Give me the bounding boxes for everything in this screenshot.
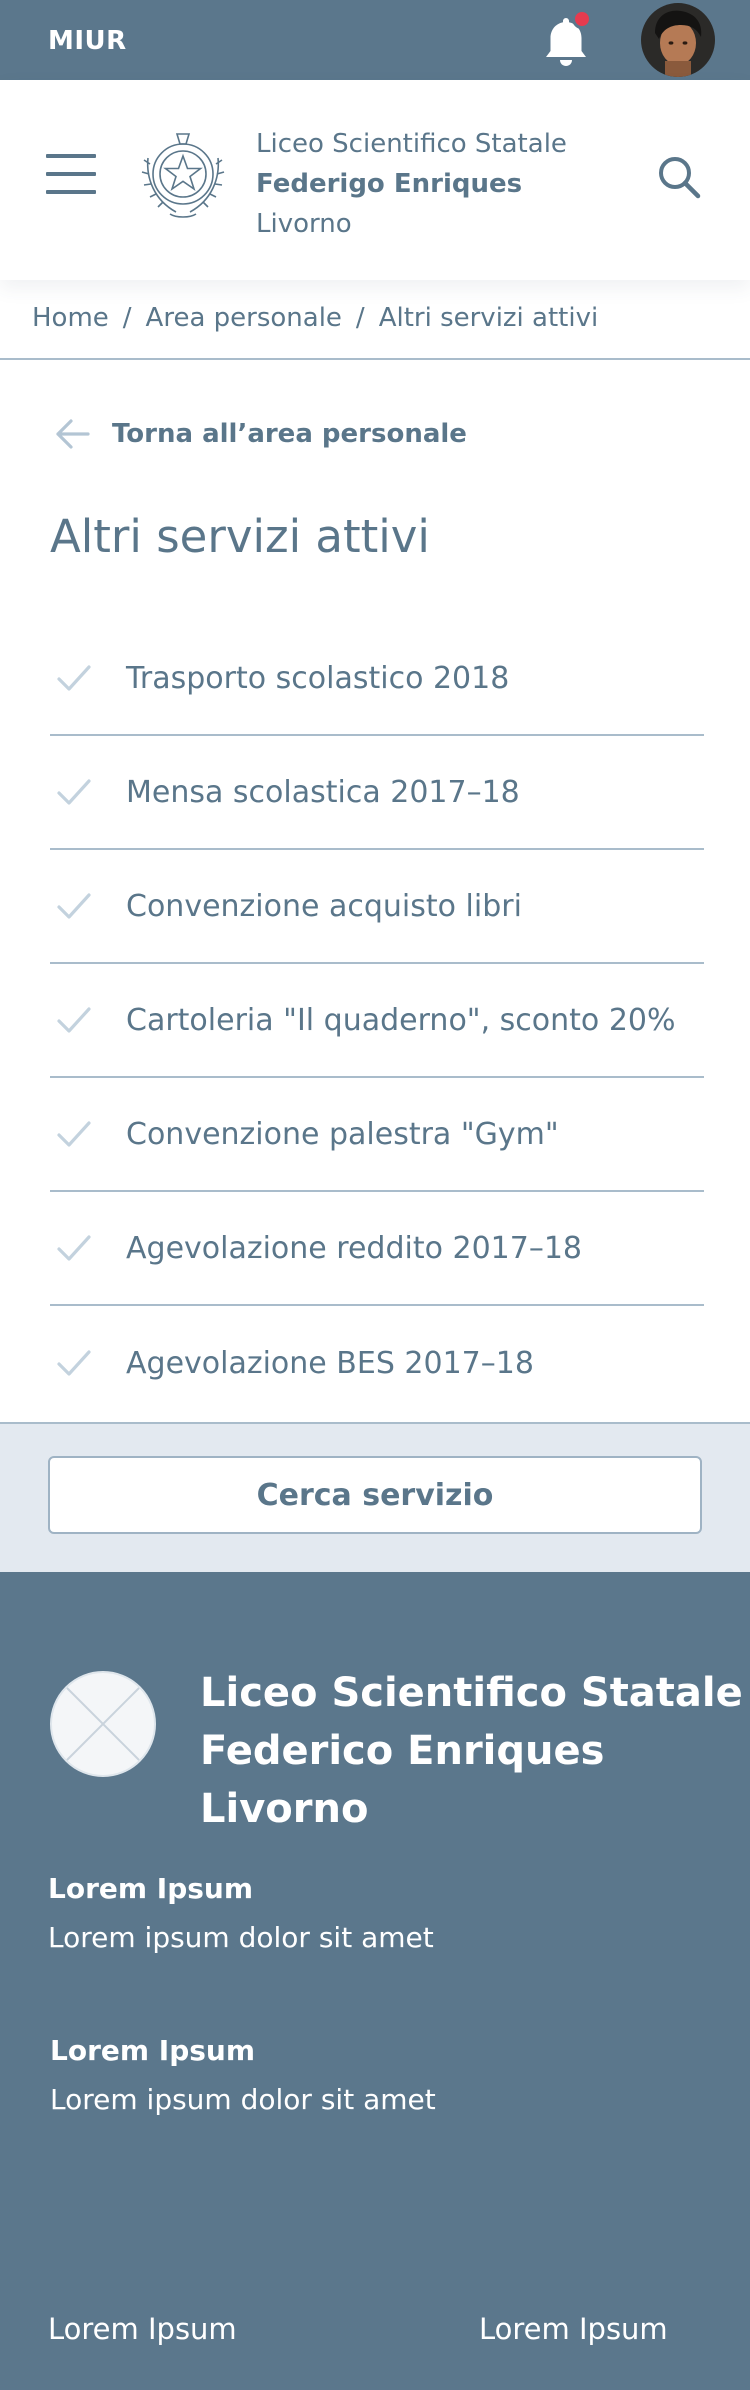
top-bar: MIUR bbox=[0, 0, 750, 80]
check-icon bbox=[50, 891, 126, 921]
breadcrumb-current: Altri servizi attivi bbox=[378, 303, 599, 333]
footer-school-name: Liceo Scientifico Statale Federico Enriq… bbox=[200, 1664, 743, 1838]
breadcrumb: Home / Area personale / Altri servizi attivi bbox=[32, 303, 598, 333]
footer-school-line3: Livorno bbox=[200, 1786, 369, 1832]
service-name: Agevolazione BES 2017–18 bbox=[126, 1345, 534, 1381]
school-name-line2: Federigo Enriques bbox=[256, 169, 523, 199]
breadcrumb-separator: / bbox=[355, 303, 365, 333]
avatar[interactable] bbox=[641, 3, 715, 77]
breadcrumb-divider bbox=[0, 358, 750, 360]
arrow-left-icon bbox=[56, 419, 90, 449]
check-icon bbox=[50, 1233, 126, 1263]
list-item[interactable]: Trasporto scolastico 2018 bbox=[50, 622, 704, 736]
breadcrumb-home[interactable]: Home bbox=[32, 303, 109, 333]
services-list: Trasporto scolastico 2018 Mensa scolasti… bbox=[50, 622, 704, 1420]
breadcrumb-area-personale[interactable]: Area personale bbox=[146, 303, 342, 333]
list-item[interactable]: Agevolazione BES 2017–18 bbox=[50, 1306, 704, 1420]
school-name-line1: Liceo Scientifico Statale bbox=[256, 129, 567, 159]
service-name: Agevolazione reddito 2017–18 bbox=[126, 1230, 583, 1266]
search-service-button[interactable]: Cerca servizio bbox=[48, 1456, 702, 1534]
site-footer: Liceo Scientifico Statale Federico Enriq… bbox=[0, 1572, 750, 2390]
search-icon bbox=[659, 157, 701, 199]
list-item[interactable]: Mensa scolastica 2017–18 bbox=[50, 736, 704, 850]
service-name: Trasporto scolastico 2018 bbox=[126, 660, 510, 696]
school-name-line3: Livorno bbox=[256, 209, 352, 239]
footer-link-right[interactable]: Lorem Ipsum bbox=[479, 2312, 668, 2346]
footer-block-text: Lorem ipsum dolor sit amet bbox=[50, 2083, 436, 2116]
miur-brand[interactable]: MIUR bbox=[48, 26, 127, 56]
check-icon bbox=[50, 777, 126, 807]
service-name: Cartoleria "Il quaderno", sconto 20% bbox=[126, 1002, 676, 1038]
footer-block-text: Lorem ipsum dolor sit amet bbox=[48, 1921, 434, 1954]
school-name[interactable]: Liceo Scientifico Statale Federigo Enriq… bbox=[256, 124, 567, 244]
footer-school-line2: Federico Enriques bbox=[200, 1728, 605, 1774]
footer-block-2: Lorem Ipsum Lorem ipsum dolor sit amet bbox=[50, 2034, 436, 2116]
list-item[interactable]: Agevolazione reddito 2017–18 bbox=[50, 1192, 704, 1306]
footer-block-heading: Lorem Ipsum bbox=[48, 1872, 254, 1905]
check-icon bbox=[50, 1119, 126, 1149]
notification-badge bbox=[572, 9, 592, 29]
italian-republic-emblem bbox=[140, 128, 226, 224]
check-icon bbox=[50, 1348, 126, 1378]
list-item[interactable]: Cartoleria "Il quaderno", sconto 20% bbox=[50, 964, 704, 1078]
service-name: Convenzione acquisto libri bbox=[126, 888, 522, 924]
service-name: Mensa scolastica 2017–18 bbox=[126, 774, 520, 810]
footer-block-1: Lorem Ipsum Lorem ipsum dolor sit amet bbox=[48, 1872, 434, 1954]
check-icon bbox=[50, 1005, 126, 1035]
page-title: Altri servizi attivi bbox=[50, 510, 430, 563]
list-item[interactable]: Convenzione acquisto libri bbox=[50, 850, 704, 964]
list-item[interactable]: Convenzione palestra "Gym" bbox=[50, 1078, 704, 1192]
footer-block-heading: Lorem Ipsum bbox=[50, 2034, 256, 2067]
service-name: Convenzione palestra "Gym" bbox=[126, 1116, 559, 1152]
footer-link-left[interactable]: Lorem Ipsum bbox=[48, 2312, 237, 2346]
site-header: Liceo Scientifico Statale Federigo Enriq… bbox=[0, 80, 750, 280]
back-link[interactable]: Torna all’area personale bbox=[54, 416, 467, 452]
notifications-button[interactable] bbox=[540, 9, 592, 70]
back-link-label: Torna all’area personale bbox=[112, 419, 467, 449]
logo-placeholder-icon bbox=[49, 1670, 157, 1778]
hamburger-icon[interactable] bbox=[46, 154, 96, 194]
footer-school-line1: Liceo Scientifico Statale bbox=[200, 1670, 743, 1716]
breadcrumb-separator: / bbox=[122, 303, 132, 333]
avatar-image bbox=[641, 3, 715, 77]
search-button[interactable] bbox=[656, 154, 702, 200]
check-icon bbox=[50, 663, 126, 693]
search-service-band: Cerca servizio bbox=[0, 1422, 750, 1572]
